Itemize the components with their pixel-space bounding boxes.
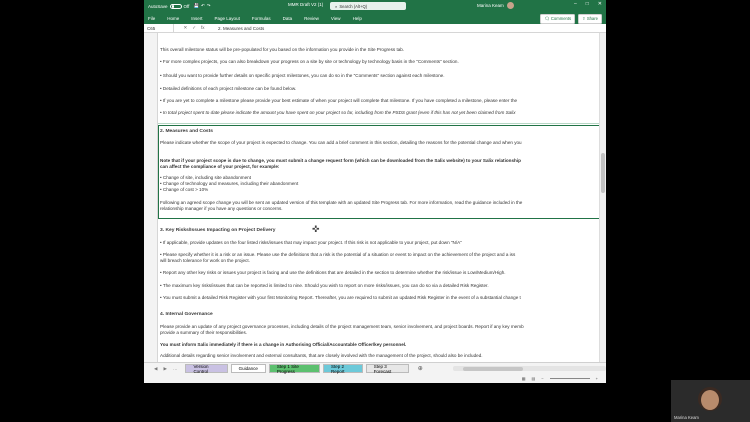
confirm-icon[interactable]: ✓ — [192, 25, 196, 31]
tab-navigation: ◀ ▶ … — [154, 366, 177, 372]
measures-footer: Following an agreed scope change you wil… — [160, 200, 523, 205]
user-name: Marina Keam — [477, 3, 504, 8]
measures-heading: 2. Measures and Costs — [160, 129, 214, 134]
tab-next-icon[interactable]: ▶ — [163, 366, 166, 372]
share-icon: ⇪ — [582, 16, 586, 21]
sheet-content[interactable]: This overall milestone status will be pr… — [158, 33, 600, 362]
governance-line: Please provide an update of any project … — [160, 324, 524, 329]
participant-name: Marina Keam — [674, 415, 699, 420]
governance-bold-line: You must inform Salix immediately if the… — [160, 342, 407, 347]
risk-line: • If applicable, provide updates on the … — [160, 240, 462, 245]
cancel-icon[interactable]: ✕ — [183, 25, 187, 31]
guidance-line: • In total project spent to date please … — [160, 110, 516, 115]
risk-line: • Please specify whether it is a risk or… — [160, 252, 516, 257]
guidance-line: • For more complex projects, you can als… — [160, 59, 459, 64]
title-bar: AutoSave Off 💾↶↷ MMR Draft V2 (1) ⌕ Sear… — [144, 0, 606, 12]
measures-note: Note that if your project scope is due t… — [160, 158, 521, 163]
restore-icon[interactable]: □ — [586, 1, 589, 7]
search-box[interactable]: ⌕ Search (Alt+Q) — [330, 2, 406, 10]
scroll-thumb[interactable] — [601, 153, 605, 193]
sheet-tab-step2-report[interactable]: Step 2 Report — [323, 364, 363, 374]
tab-view[interactable]: View — [331, 16, 341, 21]
name-box[interactable]: C65 — [144, 24, 174, 32]
tab-insert[interactable]: Insert — [191, 16, 202, 21]
horizontal-scrollbar[interactable] — [452, 366, 606, 371]
guidance-line: • If you are yet to complete a milestone… — [160, 98, 518, 103]
guidance-line: This overall milestone status will be pr… — [160, 47, 405, 52]
risks-heading: 3. Key Risks/Issues Impacting on Project… — [160, 228, 276, 233]
autosave-control[interactable]: AutoSave Off — [148, 3, 190, 9]
measures-intro: Please indicate whether the scope of you… — [160, 140, 522, 145]
sheet-tab-step1-site-progress[interactable]: Step 1 Site Progress — [268, 364, 321, 374]
ribbon-tabs: File Home Insert Page Layout Formulas Da… — [144, 12, 606, 24]
guidance-line: • Should you want to provide further det… — [160, 73, 445, 78]
tab-data[interactable]: Data — [283, 16, 293, 21]
user-area[interactable]: Marina Keam — [477, 2, 514, 9]
governance-line: provide a summary of their responsibilit… — [160, 330, 248, 335]
fx-icon[interactable]: fx — [201, 25, 205, 31]
tab-review[interactable]: Review — [304, 16, 319, 21]
measures-bullet: • Change of cost > 10% — [160, 187, 209, 192]
section-separator — [158, 123, 600, 124]
participant-face — [701, 390, 719, 410]
formula-input[interactable]: 2. Measures and Costs — [214, 26, 264, 31]
quick-access-icons[interactable]: 💾↶↷ — [193, 3, 212, 9]
measures-note: can affect the compliance of your projec… — [160, 164, 280, 169]
comments-button[interactable]: 🗨 Comments — [540, 14, 576, 24]
risk-line: • You must submit a detailed Risk Regist… — [160, 295, 521, 300]
search-icon: ⌕ — [335, 3, 338, 9]
measures-bullet: • Change of technology and measures, inc… — [160, 181, 299, 186]
more-tabs-icon[interactable]: … — [173, 366, 178, 372]
formula-icons: ✕ ✓ fx — [174, 25, 214, 31]
normal-view-icon[interactable]: ▦ — [522, 376, 526, 381]
row-headers[interactable] — [144, 33, 158, 362]
status-bar: ▦ ▤ − + — [144, 374, 606, 383]
sheet-tab-step3-forecast[interactable]: Step 3 Forecast — [365, 364, 409, 374]
sheet-tab-version-control[interactable]: Version Control — [185, 364, 228, 374]
zoom-slider[interactable] — [549, 378, 590, 379]
tab-page-layout[interactable]: Page Layout — [215, 16, 240, 21]
video-participant-tile: Marina Keam — [671, 380, 750, 422]
zoom-out-icon[interactable]: − — [541, 376, 543, 381]
share-button[interactable]: ⇪ Share — [578, 14, 602, 24]
zoom-in-icon[interactable]: + — [596, 376, 598, 381]
document-title: MMR Draft V2 (1) — [288, 2, 324, 7]
search-placeholder: Search (Alt+Q) — [339, 3, 368, 9]
governance-heading: 4. Internal Governance — [160, 312, 213, 317]
minimize-icon[interactable]: – — [574, 1, 577, 7]
autosave-state: Off — [183, 3, 190, 9]
avatar[interactable] — [506, 2, 514, 9]
risk-line: • Report any other key risks or issues y… — [160, 270, 506, 275]
guidance-line: • Detailed definitions of each project m… — [160, 86, 297, 91]
share-label: Share — [586, 16, 598, 21]
comment-icon: 🗨 — [544, 16, 550, 21]
tab-file[interactable]: File — [148, 16, 155, 21]
governance-line: Additional details regarding senior invo… — [160, 353, 483, 358]
measures-bullet: • Change of site, including site abandon… — [160, 175, 251, 180]
tab-formulas[interactable]: Formulas — [252, 16, 271, 21]
worksheet[interactable]: This overall milestone status will be pr… — [144, 33, 606, 362]
vertical-scrollbar[interactable] — [599, 33, 606, 362]
window-controls: – □ ✕ — [574, 1, 602, 7]
autosave-label: AutoSave — [148, 3, 168, 9]
sheet-tab-guidance[interactable]: Guidance — [230, 364, 266, 373]
measures-footer: relationship manager if you have any que… — [160, 206, 283, 211]
cell-reference: C65 — [147, 25, 156, 31]
risk-line: will breach tolerance for work on the pr… — [160, 258, 250, 263]
risk-line: • The maximum key risks/issues that can … — [160, 283, 489, 288]
tab-home[interactable]: Home — [167, 16, 179, 21]
comments-label: Comments — [550, 16, 572, 21]
excel-window: AutoSave Off 💾↶↷ MMR Draft V2 (1) ⌕ Sear… — [144, 0, 606, 383]
page-layout-icon[interactable]: ▤ — [532, 376, 536, 381]
tab-prev-icon[interactable]: ◀ — [154, 366, 157, 372]
formula-bar: C65 ✕ ✓ fx 2. Measures and Costs — [144, 24, 606, 33]
add-sheet-icon[interactable]: ⊕ — [418, 365, 423, 372]
autosave-toggle[interactable] — [169, 3, 182, 9]
tab-help[interactable]: Help — [353, 16, 362, 21]
sheet-tab-bar: ◀ ▶ … Version Control Guidance Step 1 Si… — [144, 362, 606, 374]
cursor-icon: ✜ — [312, 224, 320, 234]
close-icon[interactable]: ✕ — [598, 1, 602, 7]
